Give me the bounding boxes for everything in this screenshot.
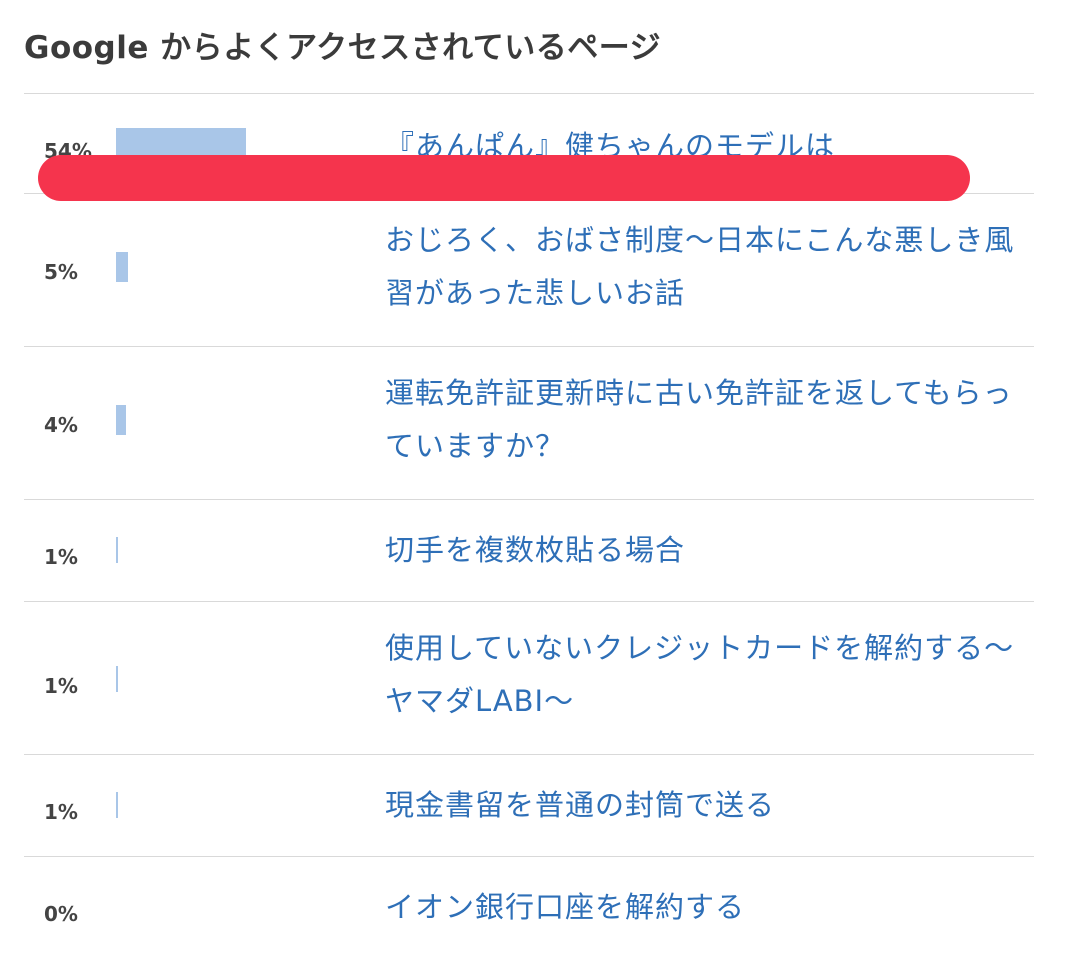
- page-title-link[interactable]: おじろく、おばさ制度〜日本にこんな悪しき風習があった悲しいお話: [385, 214, 1015, 320]
- page-title-link[interactable]: 切手を複数枚貼る場合: [385, 524, 1015, 577]
- access-percentage: 1%: [44, 674, 78, 698]
- ranking-row: 0% イオン銀行口座を解約する: [24, 857, 1034, 958]
- access-bar: [116, 252, 128, 282]
- ranking-row: 1% 現金書留を普通の封筒で送る: [24, 755, 1034, 857]
- access-bar-track: [116, 500, 356, 601]
- popular-pages-widget: Google からよくアクセスされているページ 54% 『あんぱん』健ちゃんのモ…: [0, 0, 1080, 958]
- access-bar-track: [116, 755, 356, 856]
- ranking-row: 1% 切手を複数枚貼る場合: [24, 500, 1034, 602]
- page-title-link[interactable]: イオン銀行口座を解約する: [385, 881, 1015, 934]
- access-bar: [116, 537, 118, 563]
- access-percentage: 5%: [44, 260, 78, 284]
- page-title-link[interactable]: 現金書留を普通の封筒で送る: [385, 779, 1015, 832]
- access-bar: [116, 666, 118, 692]
- access-percentage: 0%: [44, 902, 78, 926]
- access-bar-track: [116, 857, 356, 958]
- redaction-mark: [38, 155, 970, 201]
- access-bar-track: [116, 602, 356, 754]
- access-bar: [116, 792, 118, 818]
- ranking-row: 4% 運転免許証更新時に古い免許証を返してもらっていますか？: [24, 347, 1034, 500]
- widget-title: Google からよくアクセスされているページ: [24, 30, 662, 66]
- access-percentage: 1%: [44, 545, 78, 569]
- page-title-link[interactable]: 運転免許証更新時に古い免許証を返してもらっていますか？: [385, 367, 1015, 473]
- ranking-row: 1% 使用していないクレジットカードを解約する〜ヤマダLABI〜: [24, 602, 1034, 755]
- ranking-list: 54% 『あんぱん』健ちゃんのモデルは 5% おじろく、おばさ制度〜日本にこんな…: [24, 93, 1034, 958]
- access-percentage: 1%: [44, 800, 78, 824]
- access-bar-track: [116, 194, 356, 346]
- access-percentage: 4%: [44, 413, 78, 437]
- access-bar: [116, 128, 246, 158]
- page-title-link[interactable]: 使用していないクレジットカードを解約する〜ヤマダLABI〜: [385, 622, 1015, 728]
- access-bar: [116, 405, 126, 435]
- ranking-row: 5% おじろく、おばさ制度〜日本にこんな悪しき風習があった悲しいお話: [24, 194, 1034, 347]
- access-bar-track: [116, 347, 356, 499]
